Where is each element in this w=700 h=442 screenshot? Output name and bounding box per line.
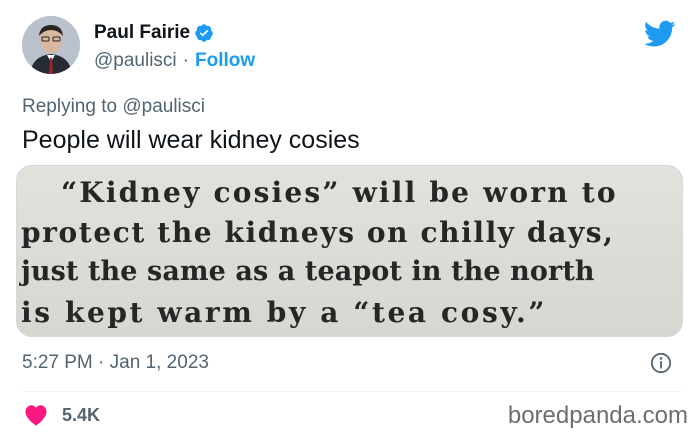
heart-icon — [25, 405, 47, 426]
clipping-line: is kept warm by a “tea cosy.” — [21, 296, 548, 329]
name-row: Paul Fairie — [94, 22, 214, 44]
separator-dot: · — [182, 50, 189, 71]
verified-badge-icon — [195, 24, 213, 42]
tweet-header: Paul Fairie @paulisci · Follow — [22, 16, 682, 80]
clipping-line: “Kidney cosies” will be worn to — [61, 176, 618, 209]
follow-button[interactable]: Follow — [195, 50, 255, 72]
display-name[interactable]: Paul Fairie — [94, 22, 190, 44]
tweet-timestamp[interactable]: 5:27 PM · Jan 1, 2023 — [22, 352, 209, 374]
twitter-bird-icon[interactable] — [644, 20, 676, 48]
divider — [22, 391, 682, 392]
clipping-line: protect the kidneys on chilly days, — [21, 216, 615, 249]
like-count: 5.4K — [62, 404, 101, 425]
watermark: boredpanda.com — [507, 402, 688, 429]
clipping-line: just the same as a teapot in the north — [21, 256, 595, 287]
tweet-text: People will wear kidney cosies — [22, 126, 360, 154]
avatar-image — [22, 16, 80, 74]
user-handle[interactable]: @paulisci — [94, 50, 177, 72]
replying-to[interactable]: Replying to @paulisci — [22, 96, 205, 118]
like-button[interactable]: 5.4K — [24, 404, 100, 426]
handle-row: @paulisci · Follow — [94, 50, 255, 72]
newspaper-clipping-image[interactable]: “Kidney cosies” will be worn to protect … — [16, 165, 683, 337]
info-icon[interactable] — [650, 352, 672, 374]
avatar[interactable] — [22, 16, 80, 74]
